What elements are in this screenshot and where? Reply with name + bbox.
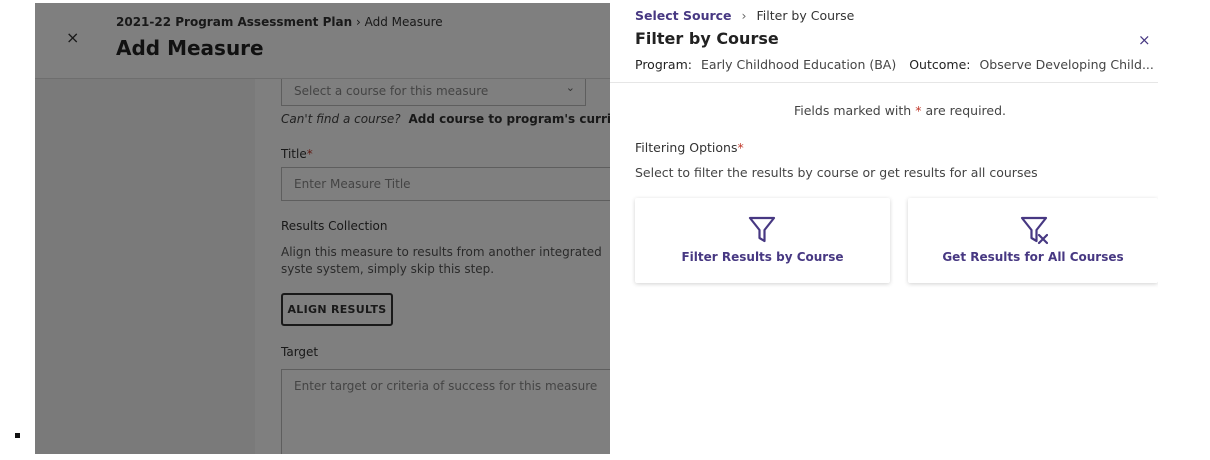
filter-drawer: Select Source › Filter by Course Filter … (610, 3, 1158, 454)
drawer-breadcrumb: Select Source › Filter by Course (635, 8, 854, 23)
close-icon[interactable]: × (1138, 32, 1151, 48)
outcome-label: Outcome: (909, 57, 971, 72)
drawer-header: Select Source › Filter by Course Filter … (610, 3, 1158, 83)
drawer-meta: Program: Early Childhood Education (BA) … (635, 57, 1158, 72)
filter-by-course-option[interactable]: Filter Results by Course (635, 198, 890, 283)
required-star: * (915, 103, 922, 118)
required-star: * (737, 140, 744, 155)
required-note-before: Fields marked with (793, 103, 912, 118)
outcome-value: Observe Developing Child... (979, 57, 1154, 72)
stray-dot (15, 433, 20, 438)
filter-icon (748, 216, 776, 243)
filter-by-course-label: Filter Results by Course (681, 250, 844, 264)
filtering-options-text: Filtering Options (635, 140, 738, 155)
required-fields-note: Fields marked with * are required. (610, 103, 1158, 118)
all-courses-label: Get Results for All Courses (942, 250, 1124, 264)
app-window: × 2021-22 Program Assessment Plan › Add … (35, 3, 1158, 454)
filter-clear-icon (1020, 216, 1048, 245)
program-value: Early Childhood Education (BA) (700, 57, 897, 72)
breadcrumb-separator: › (741, 8, 747, 23)
filtering-options-label: Filtering Options* (635, 140, 744, 155)
program-label: Program: (635, 57, 692, 72)
breadcrumb-current: Filter by Course (756, 8, 855, 23)
all-courses-option[interactable]: Get Results for All Courses (908, 198, 1158, 283)
drawer-title: Filter by Course (635, 29, 779, 48)
required-note-after: are required. (925, 103, 1007, 118)
select-source-link[interactable]: Select Source (635, 8, 732, 23)
filtering-options-desc: Select to filter the results by course o… (635, 165, 1038, 180)
